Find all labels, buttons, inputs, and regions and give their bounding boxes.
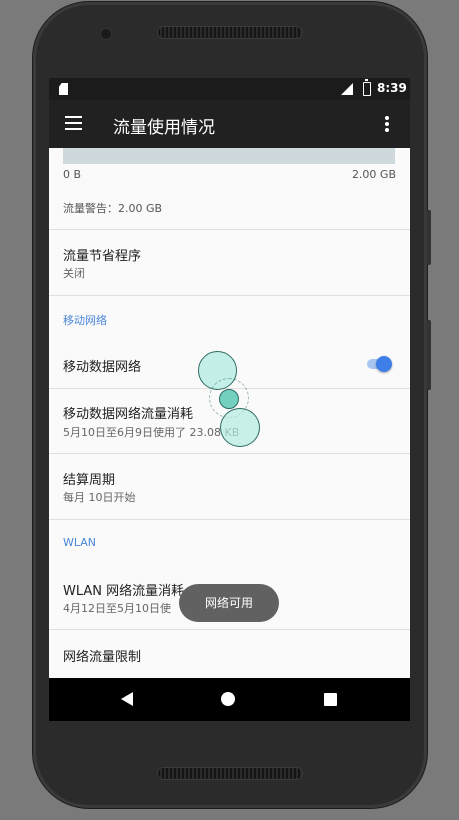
usage-chart-min-label: 0 B	[63, 168, 82, 181]
mobile-data-usage-summary: 5月10日至6月9日使用了 23.08 KB	[63, 426, 240, 439]
more-vert-icon[interactable]	[385, 116, 389, 132]
navigation-bar	[49, 678, 410, 721]
wlan-usage-summary: 4月12日至5月10日使	[63, 602, 171, 615]
wlan-section-header: WLAN	[63, 536, 97, 549]
toast-message: 网络可用	[179, 584, 279, 622]
sim-card-icon	[59, 83, 68, 95]
billing-cycle-start: 每月 10日开始	[63, 491, 136, 504]
divider	[49, 295, 410, 296]
lte-signal-icon	[341, 83, 353, 95]
divider	[49, 229, 410, 230]
hamburger-menu-icon[interactable]	[65, 116, 82, 130]
toggle-thumb	[376, 356, 392, 372]
mobile-data-usage-title: 移动数据网络流量消耗	[63, 407, 194, 422]
page-title: 流量使用情况	[113, 118, 215, 138]
recent-apps-icon[interactable]	[324, 693, 337, 706]
bottom-speaker	[158, 768, 302, 779]
divider	[49, 453, 410, 454]
mobile-network-section-header: 移动网络	[63, 314, 107, 327]
wlan-usage-title: WLAN 网络流量消耗	[63, 584, 185, 599]
usage-chart-max-label: 2.00 GB	[351, 168, 396, 181]
top-speaker	[158, 27, 302, 38]
touch-indicator	[220, 408, 260, 447]
usage-chart-bar	[63, 148, 395, 164]
billing-cycle-title: 结算周期	[63, 473, 116, 488]
data-warning-text: 流量警告：2.00 GB	[63, 202, 163, 215]
data-saver-status: 关闭	[63, 267, 85, 280]
data-saver-title: 流量节省程序	[63, 249, 142, 264]
screen: 8:39 流量使用情况 0 B 2.00 GB 流量警告：2.00 GB 流量节…	[49, 78, 410, 721]
power-button[interactable]	[427, 320, 431, 390]
status-time: 8:39	[377, 81, 407, 95]
battery-charging-icon	[363, 79, 371, 96]
volume-button[interactable]	[427, 210, 431, 265]
home-icon[interactable]	[221, 692, 235, 706]
status-bar: 8:39	[49, 78, 410, 100]
touch-indicator	[219, 389, 239, 409]
network-limit-title: 网络流量限制	[63, 650, 142, 665]
divider	[49, 519, 410, 520]
divider	[49, 629, 410, 630]
mobile-data-title: 移动数据网络	[63, 360, 142, 375]
back-icon[interactable]	[121, 692, 133, 706]
mobile-data-toggle[interactable]	[367, 356, 393, 372]
front-camera	[101, 29, 111, 39]
app-bar: 流量使用情况	[49, 100, 410, 148]
